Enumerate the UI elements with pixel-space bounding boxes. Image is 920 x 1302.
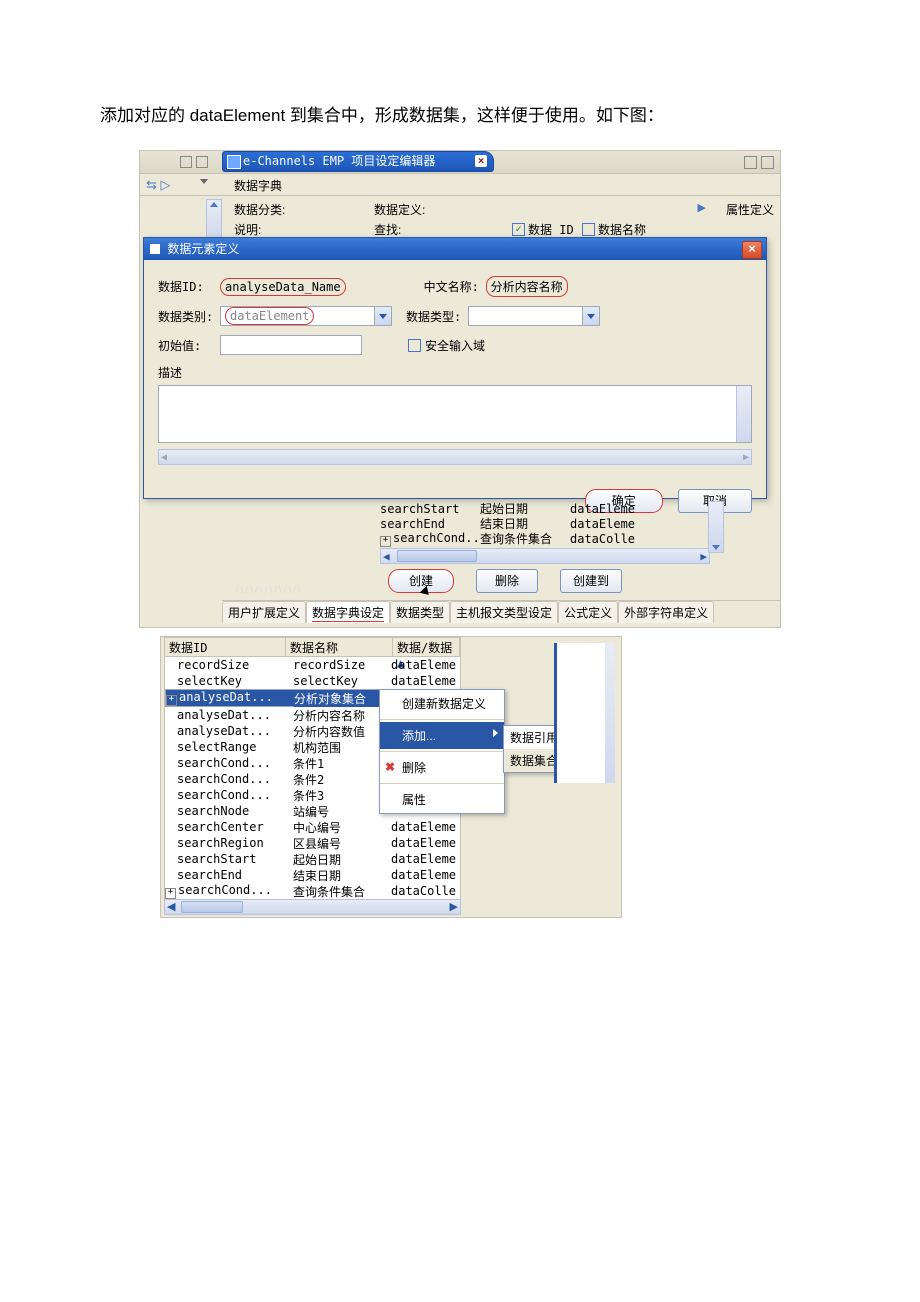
create-to-button[interactable]: 创建到 <box>560 569 622 593</box>
table-row[interactable]: searchStart起始日期dataEleme <box>165 851 460 867</box>
maximize-icon[interactable] <box>761 156 774 169</box>
description-label: 描述 <box>158 364 752 381</box>
maximize-icon[interactable] <box>196 156 208 168</box>
minimize-icon[interactable] <box>180 156 192 168</box>
description-textarea[interactable] <box>158 385 752 443</box>
data-category-label: 数据类别: <box>158 308 220 325</box>
data-dictionary-label: 数据字典 <box>234 177 282 194</box>
data-id-input[interactable]: analyseData_Name <box>220 278 346 296</box>
table-row[interactable]: searchEnd结束日期dataEleme <box>165 867 460 883</box>
delete-button[interactable]: 删除 <box>476 569 538 593</box>
menu-add[interactable]: 添加... <box>380 722 504 749</box>
data-category-value: dataElement <box>225 307 314 325</box>
header-row-3: 数据分类: 数据定义: ▶ 属性定义 <box>222 195 780 219</box>
data-category-select[interactable]: dataElement <box>220 306 392 326</box>
background-table: searchStart起始日期dataElemesearchEnd结束日期dat… <box>380 501 710 564</box>
table-header: 数据ID 数据名称 数据/数据▲ <box>165 638 460 657</box>
tab-1[interactable]: 数据字典设定 <box>306 601 390 623</box>
data-name-checkbox[interactable]: 数据名称 <box>582 221 646 238</box>
data-type-select[interactable] <box>468 306 600 326</box>
menu-create-new-data-def[interactable]: 创建新数据定义 <box>380 690 504 717</box>
action-button-row: 创建 删除 创建到 <box>380 569 622 593</box>
close-icon[interactable]: × <box>475 155 487 167</box>
table-row[interactable]: searchRegion区县编号dataEleme <box>165 835 460 851</box>
screenshot-1: e-Channels EMP 项目设定编辑器 × ⇆ ▷ 数据字典 数据分类: … <box>139 150 781 628</box>
chevron-right-icon <box>493 729 498 737</box>
header-row-4: 说明: 查找: ✓数据 ID 数据名称 <box>222 217 780 239</box>
tab-2[interactable]: 数据类型 <box>390 601 450 623</box>
search-label: 查找: <box>374 221 401 238</box>
col-data-type[interactable]: 数据/数据▲ <box>393 638 460 656</box>
toolbar-icons[interactable]: ⇆ ▷ <box>146 177 171 193</box>
vertical-scrollbar[interactable] <box>708 501 724 553</box>
left-scrollbar[interactable] <box>206 199 222 241</box>
data-category-label: 数据分类: <box>234 201 285 218</box>
description-label: 说明: <box>234 221 261 238</box>
context-menu: 创建新数据定义 添加... ✖删除 属性 <box>379 689 505 814</box>
table-row[interactable]: recordSizerecordSizedataEleme <box>165 657 460 673</box>
data-id-checkbox[interactable]: ✓数据 ID <box>512 221 574 238</box>
init-value-label: 初始值: <box>158 337 220 354</box>
dialog-title: 数据元素定义 <box>167 242 239 256</box>
minimize-icon[interactable] <box>744 156 757 169</box>
data-id-cb-label: 数据 ID <box>528 221 574 238</box>
secure-input-label: 安全输入域 <box>425 337 485 354</box>
table-row[interactable]: searchCenter中心编号dataEleme <box>165 819 460 835</box>
dialog-icon <box>150 244 160 254</box>
chevron-down-icon[interactable] <box>200 179 208 184</box>
scrollbar[interactable] <box>736 386 751 442</box>
caption-text: 添加对应的 dataElement 到集合中，形成数据集，这样便于使用。如下图： <box>100 100 820 132</box>
data-type-label: 数据类型: <box>406 308 468 325</box>
menu-properties[interactable]: 属性 <box>380 786 504 813</box>
col-data-name[interactable]: 数据名称 <box>286 638 393 656</box>
screenshot-2: 数据ID 数据名称 数据/数据▲ recordSizerecordSizedat… <box>160 636 622 918</box>
delete-icon: ✖ <box>385 760 395 774</box>
table-row[interactable]: searchEnd结束日期dataEleme <box>380 516 710 531</box>
secure-input-checkbox[interactable] <box>408 339 421 352</box>
editor-tab[interactable]: e-Channels EMP 项目设定编辑器 × <box>222 151 494 172</box>
horizontal-scrollbar[interactable]: ◀▶ <box>380 548 710 564</box>
init-value-input[interactable] <box>220 335 362 355</box>
data-name-cb-label: 数据名称 <box>598 221 646 238</box>
data-id-label: 数据ID: <box>158 278 220 295</box>
window-titlebar: e-Channels EMP 项目设定编辑器 × <box>140 151 780 174</box>
horizontal-scrollbar[interactable]: ◀▶ <box>158 449 752 465</box>
menu-delete[interactable]: ✖删除 <box>380 754 504 781</box>
tab-3[interactable]: 主机报文类型设定 <box>450 601 558 623</box>
chevron-down-icon <box>374 307 391 325</box>
watermark: /\/\/\/\/\/\/\ <box>236 585 303 596</box>
table-row[interactable]: +searchCond...查询条件集合dataColle <box>165 883 460 899</box>
editor-tab-label: e-Channels EMP 项目设定编辑器 <box>243 154 435 168</box>
window-controls <box>744 156 774 169</box>
cn-name-input[interactable]: 分析内容名称 <box>486 276 568 297</box>
table-row[interactable]: searchStart起始日期dataEleme <box>380 501 710 516</box>
dialog-title-bar: 数据元素定义 × <box>144 238 766 260</box>
horizontal-scrollbar[interactable]: ◀▶ <box>164 899 461 915</box>
chevron-right-icon[interactable]: ▶ <box>698 201 706 214</box>
table-row[interactable]: +searchCond...查询条件集合dataColle <box>380 531 710 546</box>
scrollbar[interactable] <box>605 643 615 783</box>
cn-name-label: 中文名称: <box>424 278 486 295</box>
data-definition-label: 数据定义: <box>374 201 425 218</box>
tab-5[interactable]: 外部字符串定义 <box>618 601 714 623</box>
property-definition-label: 属性定义 <box>726 201 774 218</box>
close-icon[interactable]: × <box>742 241 762 259</box>
table-row[interactable]: selectKeyselectKeydataEleme <box>165 673 460 689</box>
data-element-definition-dialog: 数据元素定义 × 数据ID: analyseData_Name 中文名称: 分析… <box>143 237 767 499</box>
toolbar-row: ⇆ ▷ 数据字典 <box>140 173 780 196</box>
tab-0[interactable]: 用户扩展定义 <box>222 601 306 623</box>
right-panel <box>554 643 615 783</box>
col-data-id[interactable]: 数据ID <box>165 638 286 656</box>
chevron-up-icon <box>210 202 218 207</box>
tab-file-icon <box>227 155 241 169</box>
tab-4[interactable]: 公式定义 <box>558 601 618 623</box>
chevron-down-icon <box>582 307 599 325</box>
bottom-tabs: 用户扩展定义数据字典设定数据类型主机报文类型设定公式定义外部字符串定义 <box>222 600 780 623</box>
